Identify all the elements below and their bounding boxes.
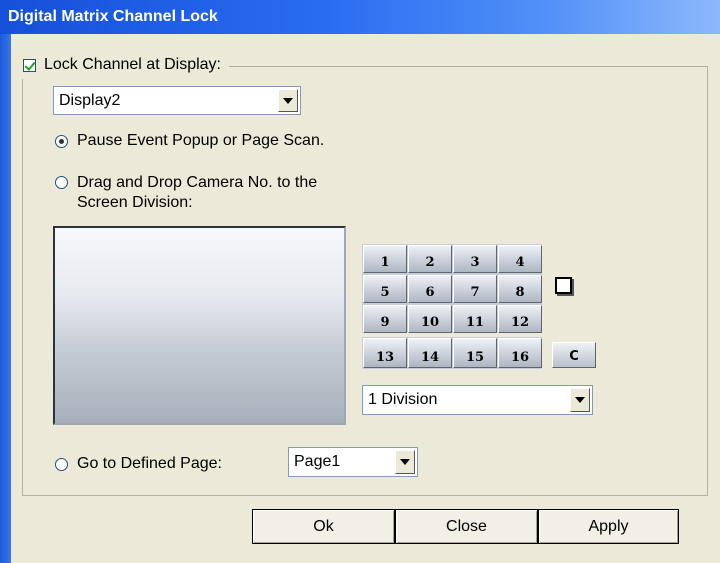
display-select-value: Display2 xyxy=(59,91,121,109)
camera-button[interactable]: 15 xyxy=(453,338,497,368)
camera-button[interactable]: 9 xyxy=(363,305,407,333)
lock-channel-checkbox[interactable] xyxy=(23,58,36,72)
camera-button[interactable]: 8 xyxy=(498,275,542,303)
chevron-down-icon[interactable] xyxy=(278,89,298,112)
chevron-down-icon[interactable] xyxy=(570,388,590,412)
camera-button[interactable]: 2 xyxy=(408,245,452,273)
clear-button[interactable]: C xyxy=(552,342,596,368)
drag-drop-radio[interactable] xyxy=(55,176,68,189)
ok-button[interactable]: Ok xyxy=(252,509,395,544)
pause-label: Pause Event Popup or Page Scan. xyxy=(77,132,325,149)
display-select[interactable]: Display2 xyxy=(53,86,301,115)
camera-number-row4: 13 14 15 16 xyxy=(362,337,542,369)
drag-drop-label: Drag and Drop Camera No. to the Screen D… xyxy=(77,173,317,213)
lock-channel-legend: Lock Channel at Display: xyxy=(17,51,229,79)
division-select[interactable]: 1 Division xyxy=(362,385,593,415)
screen-division-preview[interactable] xyxy=(53,226,346,425)
camera-button[interactable]: 11 xyxy=(453,305,497,333)
pause-option[interactable]: Pause Event Popup or Page Scan. xyxy=(55,132,324,150)
camera-button[interactable]: 10 xyxy=(408,305,452,333)
camera-number-grid: 1 2 3 4 5 6 7 8 9 10 11 12 xyxy=(362,244,542,333)
camera-button[interactable]: 14 xyxy=(408,338,452,368)
goto-page-option[interactable]: Go to Defined Page: xyxy=(55,455,222,473)
drag-drop-label-line2: Screen Division: xyxy=(77,194,193,211)
goto-page-label: Go to Defined Page: xyxy=(77,455,222,472)
camera-button[interactable]: 12 xyxy=(498,305,542,333)
camera-button[interactable]: 4 xyxy=(498,245,542,273)
camera-button[interactable]: 3 xyxy=(453,245,497,273)
drag-drop-option[interactable]: Drag and Drop Camera No. to the Screen D… xyxy=(55,173,317,213)
pause-radio[interactable] xyxy=(55,135,68,148)
division-select-value: 1 Division xyxy=(368,391,438,408)
goto-page-radio[interactable] xyxy=(55,458,68,471)
title-bar: Digital Matrix Channel Lock xyxy=(0,0,720,34)
camera-button[interactable]: 16 xyxy=(498,338,542,368)
square-icon[interactable] xyxy=(555,277,572,294)
camera-button[interactable]: 5 xyxy=(363,275,407,303)
apply-button[interactable]: Apply xyxy=(538,509,679,544)
window-frame-left xyxy=(0,34,11,563)
page-select[interactable]: Page1 xyxy=(288,447,418,477)
camera-button[interactable]: 1 xyxy=(363,245,407,273)
lock-channel-label: Lock Channel at Display: xyxy=(44,56,221,73)
window-title: Digital Matrix Channel Lock xyxy=(8,8,218,25)
camera-button[interactable]: 13 xyxy=(363,338,407,368)
camera-button[interactable]: 7 xyxy=(453,275,497,303)
camera-button[interactable]: 6 xyxy=(408,275,452,303)
close-button[interactable]: Close xyxy=(395,509,538,544)
drag-drop-label-line1: Drag and Drop Camera No. to the xyxy=(77,174,318,191)
chevron-down-icon[interactable] xyxy=(395,450,415,474)
page-select-value: Page1 xyxy=(294,453,341,470)
